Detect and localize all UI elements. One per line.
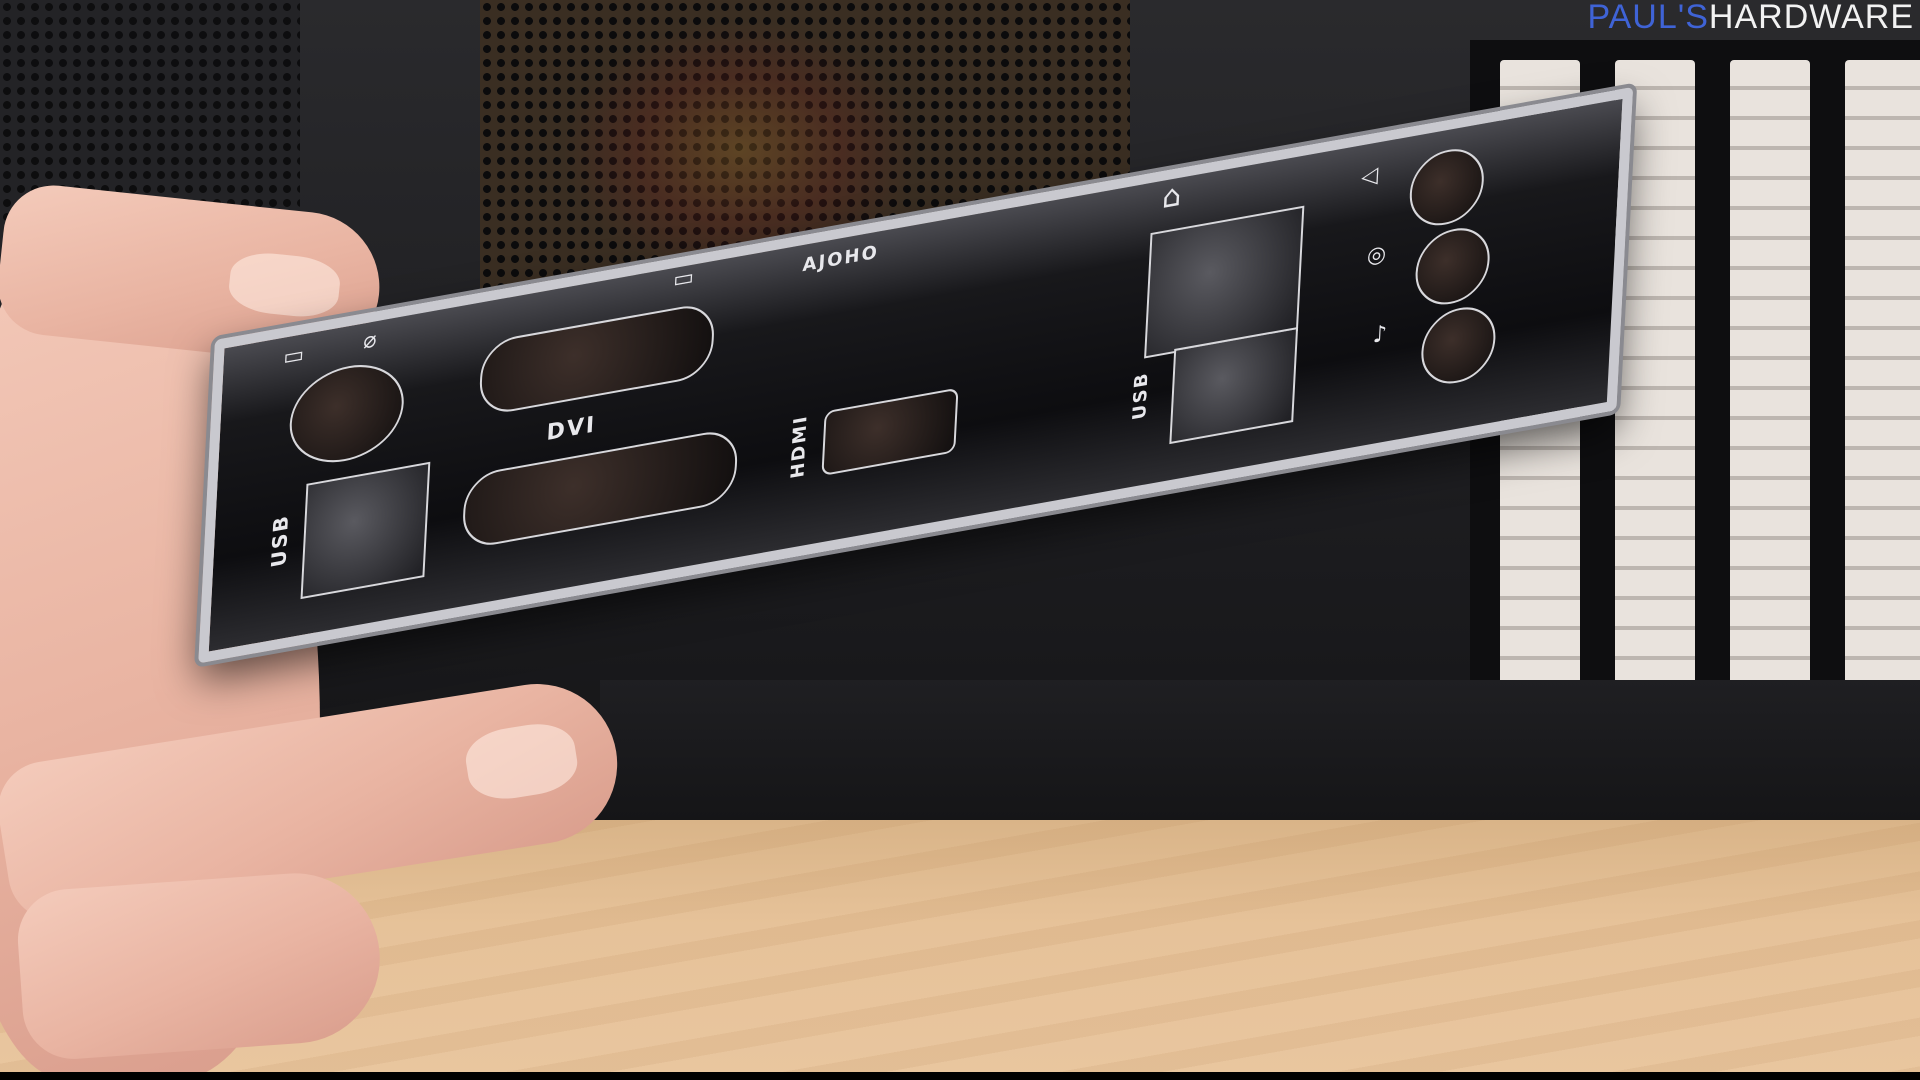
fingernail [461, 718, 582, 805]
photo-frame: ▭ ⌀ USB ▭ DVI AJOHO HDMI ⌂ USB ◁ ◎ ♪ PAU [0, 0, 1920, 1080]
mic-icon: ♪ [1372, 321, 1388, 349]
monitor-icon: ▭ [672, 264, 695, 294]
hdmi-port-cutout [821, 387, 959, 477]
audio-jack-mic [1419, 301, 1498, 390]
dvi-port-cutout [461, 426, 739, 551]
watermark-part1: PAUL'S [1587, 0, 1709, 36]
channel-watermark: PAUL'SHARDWARE [1587, 0, 1914, 37]
brand-mark: AJOHO [802, 241, 880, 277]
usb-port-cutout-left [300, 461, 431, 600]
usb-label-left: USB [266, 512, 294, 570]
audio-in-icon: ◁ [1360, 162, 1379, 191]
hand-middle-finger [14, 867, 386, 1063]
keyboard-icon: ▭ [282, 342, 305, 371]
audio-jack-line-out [1413, 222, 1492, 311]
ps2-port-cutout [287, 355, 407, 472]
expansion-slot-cover [1845, 60, 1920, 690]
mouse-icon: ⌀ [362, 327, 378, 355]
usb-label-right: USB [1129, 369, 1153, 422]
network-icon: ⌂ [1161, 177, 1183, 217]
vga-port-cutout [478, 300, 716, 418]
audio-out-icon: ◎ [1366, 241, 1387, 270]
expansion-slot-cover [1730, 60, 1810, 690]
thumbnail [226, 249, 343, 321]
dvi-label: DVI [545, 412, 597, 447]
hdmi-label: HDMI [787, 412, 812, 481]
audio-jack-line-in [1407, 143, 1486, 232]
video-letterbox-bar [0, 1072, 1920, 1080]
watermark-part2: HARDWARE [1708, 0, 1914, 36]
